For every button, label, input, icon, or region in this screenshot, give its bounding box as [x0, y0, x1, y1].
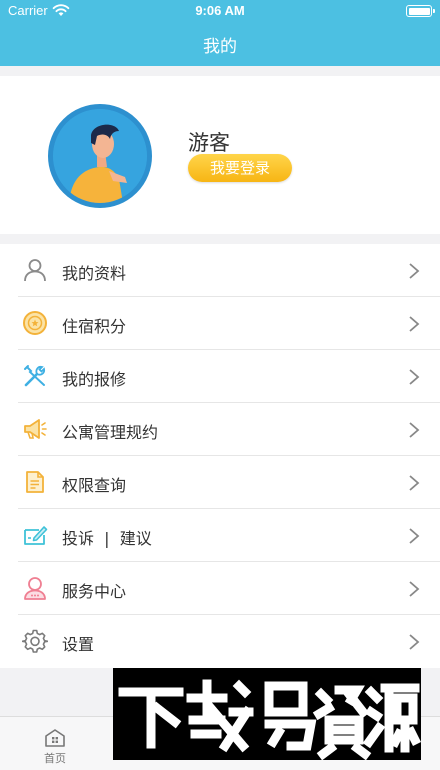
- coin-icon: [23, 311, 47, 335]
- menu-item-profile[interactable]: 我的资料: [0, 244, 440, 297]
- menu-item-repair[interactable]: 我的报修: [0, 350, 440, 403]
- menu-item-feedback[interactable]: 投诉 | 建议: [0, 509, 440, 562]
- menu-item-label: 住宿积分: [62, 317, 127, 336]
- watermark-logo: [113, 668, 421, 760]
- tab-label: 首页: [44, 752, 66, 765]
- user-icon: [24, 259, 46, 282]
- chevron-right-icon: [409, 581, 420, 597]
- chevron-right-icon: [409, 263, 420, 279]
- home-icon: [45, 729, 65, 747]
- status-bar: Carrier 9:06 AM: [0, 0, 440, 22]
- chevron-right-icon: [409, 528, 420, 544]
- chevron-right-icon: [409, 475, 420, 491]
- service-person-icon: [24, 577, 46, 600]
- login-button[interactable]: 我要登录: [188, 154, 292, 182]
- tab-home[interactable]: 首页: [0, 717, 110, 770]
- menu-item-label: 公寓管理规约: [62, 423, 159, 442]
- page-title: 我的: [203, 37, 237, 57]
- watermark-logo-mark: [118, 679, 421, 760]
- user-avatar-icon[interactable]: [48, 104, 152, 208]
- username: 游客: [188, 131, 230, 155]
- chevron-right-icon: [409, 422, 420, 438]
- menu-item-permissions[interactable]: 权限查询: [0, 456, 440, 509]
- menu-item-label: 我的资料: [62, 264, 127, 283]
- menu-item-service-center[interactable]: 服务中心: [0, 562, 440, 615]
- menu-list: 我的资料 住宿积分 我的报修 公寓管理规约 权限查询 投诉 | 建议 服务中心 …: [0, 244, 440, 668]
- battery-icon: [406, 5, 435, 17]
- menu-item-settings[interactable]: 设置: [0, 615, 440, 668]
- menu-item-label: 我的报修: [62, 370, 127, 389]
- document-icon: [26, 471, 44, 493]
- profile-card: 游客 我要登录: [0, 76, 440, 234]
- feedback-icon: [24, 526, 48, 545]
- chevron-right-icon: [409, 369, 420, 385]
- megaphone-icon: [24, 419, 47, 439]
- chevron-right-icon: [409, 316, 420, 332]
- menu-item-label: 权限查询: [62, 476, 127, 495]
- menu-item-label: 服务中心: [62, 582, 127, 601]
- app-header: Carrier 9:06 AM 我的: [0, 0, 440, 66]
- tools-icon: [24, 365, 46, 387]
- menu-item-label: 设置: [62, 635, 95, 654]
- gear-icon: [22, 629, 48, 653]
- menu-item-rules[interactable]: 公寓管理规约: [0, 403, 440, 456]
- chevron-right-icon: [409, 634, 420, 650]
- menu-item-label: 投诉 | 建议: [62, 529, 152, 548]
- status-time: 9:06 AM: [195, 3, 245, 18]
- menu-item-points[interactable]: 住宿积分: [0, 297, 440, 350]
